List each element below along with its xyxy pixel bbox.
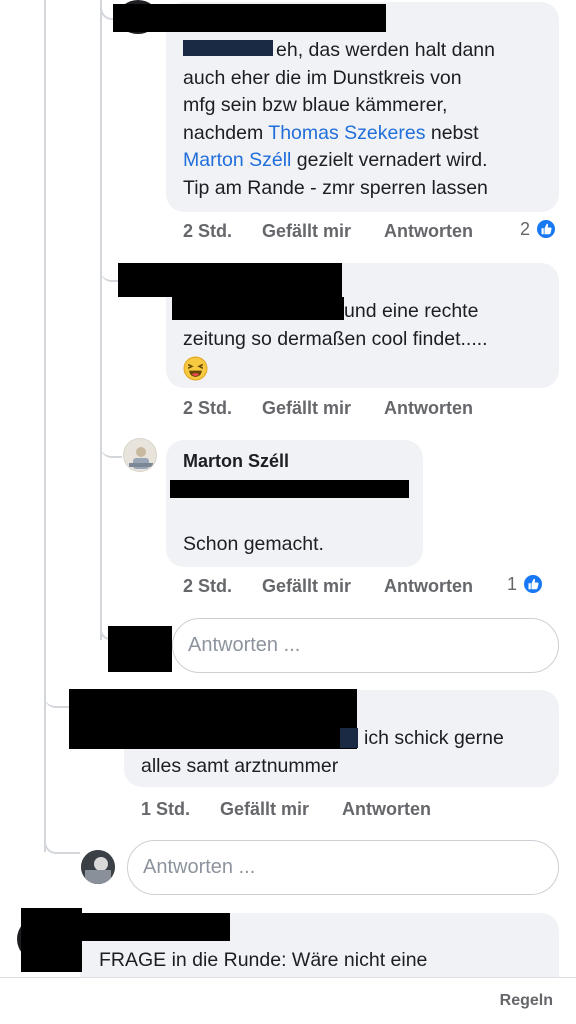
reply-input-box[interactable] xyxy=(172,618,559,673)
rules-link[interactable]: Regeln xyxy=(500,992,553,1010)
thread-connector-outer-2 xyxy=(44,836,80,854)
comment-text-part: mfg sein bzw blaue kämmerer, xyxy=(183,94,448,116)
comment-text-part: auch eher die im Dunstkreis von xyxy=(183,66,462,89)
comment-timestamp[interactable]: 2 Std. xyxy=(183,576,232,597)
comment-text-part: alles samt arztnummer xyxy=(141,755,339,777)
comment-line: eh, das werden halt dann xyxy=(183,37,495,65)
comment-text-part: nebst xyxy=(425,121,479,144)
footer-bar: Regeln xyxy=(0,977,576,1024)
redacted-author xyxy=(113,4,386,32)
redacted-mention xyxy=(340,728,358,748)
avatar[interactable] xyxy=(81,850,115,884)
like-button[interactable]: Gefällt mir xyxy=(262,576,351,597)
like-button[interactable]: Gefällt mir xyxy=(220,799,309,820)
redacted-avatar xyxy=(108,626,172,672)
comment-timestamp[interactable]: 2 Std. xyxy=(183,398,232,419)
like-button[interactable]: Gefällt mir xyxy=(262,398,351,419)
redacted-author xyxy=(60,913,230,941)
comment-text-part: ich schick gerne xyxy=(364,727,504,749)
redacted-text xyxy=(170,480,409,498)
comment-text: Schon gemacht. xyxy=(183,533,324,555)
comment-text: und eine rechte xyxy=(344,298,478,326)
comment-text-part: zeitung so dermaßen cool findet..... xyxy=(183,328,488,350)
reaction-count: 2 xyxy=(520,218,531,239)
reaction-summary[interactable]: 2 xyxy=(520,218,558,240)
reaction-summary[interactable]: 1 xyxy=(507,573,545,595)
like-icon xyxy=(522,573,545,595)
laughing-emoji-icon xyxy=(183,356,208,381)
redacted-mention xyxy=(172,297,344,320)
comment-text-part: eh, das werden halt dann xyxy=(276,39,495,61)
like-icon xyxy=(535,218,558,240)
comment-line: Marton Széll gezielt vernadert wird. xyxy=(183,147,495,175)
reply-button[interactable]: Antworten xyxy=(384,398,473,419)
reply-button[interactable]: Antworten xyxy=(384,221,473,242)
comment-text: zeitung so dermaßen cool findet..... xyxy=(183,326,488,354)
redacted-author xyxy=(69,689,357,749)
reply-button[interactable]: Antworten xyxy=(342,799,431,820)
thread-line-inner xyxy=(100,0,102,640)
like-button[interactable]: Gefällt mir xyxy=(262,221,351,242)
mention-link[interactable]: Marton Széll xyxy=(183,149,291,171)
reply-input[interactable] xyxy=(188,634,558,657)
reply-input-box[interactable] xyxy=(127,840,559,895)
redacted-author xyxy=(118,263,342,297)
comment-text-part: Tip am Rande - zmr sperren lassen xyxy=(183,176,488,199)
comment-text: eh, das werden halt dann auch eher die im… xyxy=(183,37,495,202)
reply-input[interactable] xyxy=(143,856,558,879)
comment-timestamp[interactable]: 2 Std. xyxy=(183,221,232,242)
comment-text-part: gezielt vernadert wird. xyxy=(291,149,488,171)
comment-text: ich schick gerne xyxy=(364,725,504,753)
thread-line-outer xyxy=(44,0,46,852)
comment-line: Tip am Rande - zmr sperren lassen xyxy=(183,175,495,203)
thread-connector-inner-2 xyxy=(100,262,120,282)
comment-text: alles samt arztnummer xyxy=(141,753,338,781)
comment-line: auch eher die im Dunstkreis von xyxy=(183,65,495,93)
comment-text-part: und eine rechte xyxy=(344,300,479,322)
comment-text-part: nachdem xyxy=(183,121,269,144)
avatar[interactable] xyxy=(123,438,157,472)
comment-line: nachdem Thomas Szekeres nebst xyxy=(183,120,495,148)
thread-connector-inner-3 xyxy=(100,440,122,458)
comment-text: FRAGE in die Runde: Wäre nicht eine xyxy=(99,949,428,971)
comment-timestamp[interactable]: 1 Std. xyxy=(141,799,190,820)
thread-connector-outer-1 xyxy=(44,690,70,708)
mention-link[interactable]: Thomas Szekeres xyxy=(268,122,425,144)
reaction-count: 1 xyxy=(507,573,518,594)
comment-author[interactable]: Marton Széll xyxy=(183,451,289,472)
comment-line: mfg sein bzw blaue kämmerer, xyxy=(183,92,495,120)
reply-button[interactable]: Antworten xyxy=(384,576,473,597)
